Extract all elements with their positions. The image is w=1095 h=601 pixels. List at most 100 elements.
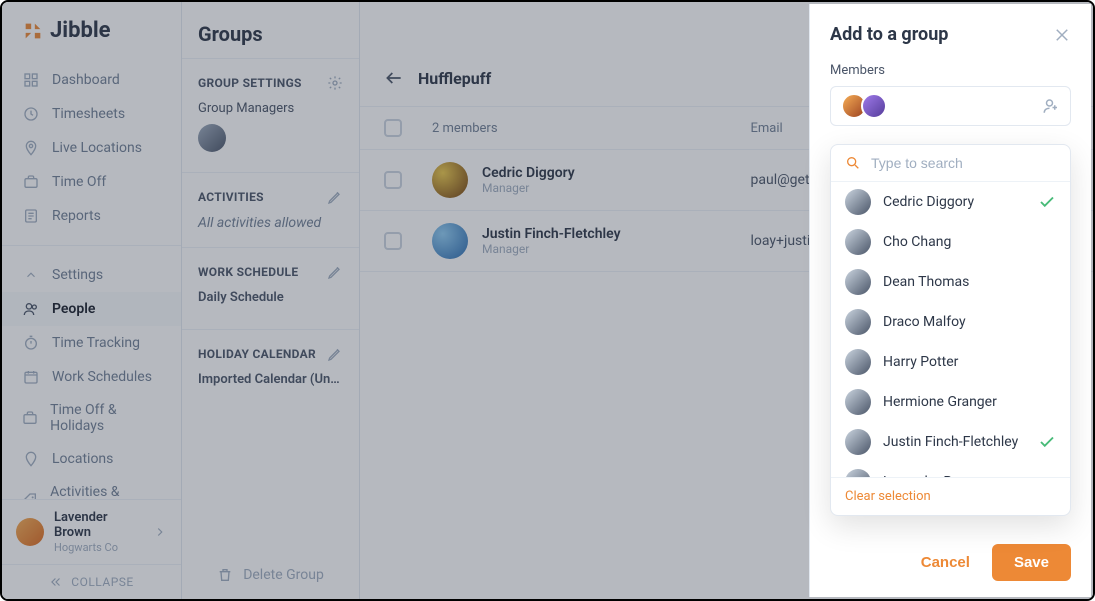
sidebar-item-live-locations[interactable]: Live Locations (2, 131, 181, 165)
dropdown-list: Cedric Diggory Cho Chang Dean Thomas Draco … (831, 182, 1070, 477)
member-name: Cedric Diggory (482, 165, 575, 181)
work-schedule-text: Daily Schedule (198, 290, 343, 305)
dropdown-item[interactable]: Cedric Diggory (831, 182, 1070, 222)
sidebar-item-activities-projects[interactable]: Activities & Projects (2, 476, 181, 499)
avatar (16, 518, 44, 546)
row-checkbox[interactable] (384, 171, 402, 189)
check-icon (1038, 433, 1056, 451)
dropdown-item-name: Draco Malfoy (883, 314, 1056, 330)
dropdown-item[interactable]: Draco Malfoy (831, 302, 1070, 342)
dropdown-item[interactable]: Justin Finch-Fletchley (831, 422, 1070, 462)
add-person-icon[interactable] (1042, 97, 1060, 115)
dropdown-item[interactable]: Cho Chang (831, 222, 1070, 262)
members-label: Members (830, 63, 1071, 78)
avatar (845, 269, 871, 295)
logo[interactable]: Jibble (2, 2, 181, 59)
sidebar-item-time-tracking[interactable]: Time Tracking (2, 326, 181, 360)
sidebar-item-dashboard[interactable]: Dashboard (2, 63, 181, 97)
sidebar-item-settings[interactable]: Settings (2, 258, 181, 292)
sidebar-item-label: Settings (52, 267, 103, 283)
pencil-icon[interactable] (327, 189, 343, 205)
close-icon[interactable] (1053, 26, 1071, 44)
select-all-checkbox[interactable] (384, 119, 402, 137)
avatar (845, 189, 871, 215)
cancel-button[interactable]: Cancel (913, 544, 978, 581)
avatar[interactable] (198, 124, 226, 152)
search-icon (845, 155, 861, 171)
user-menu[interactable]: Lavender Brown Hogwarts Co (2, 499, 181, 564)
chevron-right-icon (153, 525, 167, 539)
members-dropdown: Cedric Diggory Cho Chang Dean Thomas Draco … (830, 144, 1071, 516)
sidebar-item-label: Live Locations (52, 140, 142, 156)
dropdown-item[interactable]: Hermione Granger (831, 382, 1070, 422)
user-name: Lavender Brown (54, 510, 143, 541)
gear-icon[interactable] (327, 75, 343, 91)
row-checkbox[interactable] (384, 232, 402, 250)
user-org: Hogwarts Co (54, 541, 143, 554)
dropdown-item-name: Justin Finch-Fletchley (883, 434, 1026, 450)
member-role: Manager (482, 242, 621, 256)
sidebar-item-label: Dashboard (52, 72, 120, 88)
avatar (432, 162, 468, 198)
holiday-calendar-heading: HOLIDAY CALENDAR (198, 347, 316, 361)
avatar (861, 93, 887, 119)
check-icon (1038, 193, 1056, 211)
sidebar-item-work-schedules[interactable]: Work Schedules (2, 360, 181, 394)
pin-icon (22, 450, 40, 468)
sidebar-item-time-off[interactable]: Time Off (2, 165, 181, 199)
sidebar-item-label: Time Tracking (52, 335, 140, 351)
tag-icon (22, 491, 38, 499)
stopwatch-icon (22, 334, 40, 352)
dropdown-item[interactable]: Lavender Brown (831, 462, 1070, 477)
sidebar-item-locations[interactable]: Locations (2, 442, 181, 476)
sidebar-item-time-off-holidays[interactable]: Time Off & Holidays (2, 394, 181, 442)
sidebar-item-timesheets[interactable]: Timesheets (2, 97, 181, 131)
pencil-icon[interactable] (327, 346, 343, 362)
people-icon (22, 300, 40, 318)
sidebar-item-label: Locations (52, 451, 113, 467)
chevron-up-icon (22, 266, 40, 284)
collapse-button[interactable]: COLLAPSE (2, 564, 181, 599)
sidebar-item-label: Work Schedules (52, 369, 152, 385)
column-members: 2 members (432, 121, 751, 136)
dropdown-item[interactable]: Dean Thomas (831, 262, 1070, 302)
sidebar-item-label: Activities & Projects (50, 484, 161, 499)
clear-selection-button[interactable]: Clear selection (831, 477, 1070, 515)
delete-group-label: Delete Group (243, 567, 324, 583)
panel-title: Add to a group (830, 24, 948, 45)
chevron-double-left-icon (49, 575, 63, 589)
avatar (432, 223, 468, 259)
pencil-icon[interactable] (327, 264, 343, 280)
sidebar-item-label: Time Off & Holidays (50, 402, 161, 434)
holiday-calendar-text: Imported Calendar (United … (198, 372, 343, 387)
trash-icon (217, 567, 233, 583)
sidebar-item-reports[interactable]: Reports (2, 199, 181, 233)
save-button[interactable]: Save (992, 544, 1071, 581)
group-name: Hufflepuff (418, 69, 491, 88)
dropdown-item-name: Harry Potter (883, 354, 1056, 370)
dropdown-item[interactable]: Harry Potter (831, 342, 1070, 382)
member-name: Justin Finch-Fletchley (482, 226, 621, 242)
back-arrow-icon[interactable] (384, 68, 404, 88)
search-input[interactable] (871, 155, 1056, 171)
member-role: Manager (482, 181, 575, 195)
sidebar-item-label: Timesheets (52, 106, 125, 122)
sidebar-item-people[interactable]: People (2, 292, 181, 326)
briefcase-icon (22, 409, 38, 427)
dropdown-item-name: Dean Thomas (883, 274, 1056, 290)
logo-icon (22, 20, 44, 42)
activities-heading: ACTIVITIES (198, 190, 264, 204)
add-to-group-panel: Add to a group Members Cedric Diggory Cho… (809, 4, 1091, 597)
delete-group-button[interactable]: Delete Group (182, 551, 359, 599)
avatar (845, 349, 871, 375)
calendar-icon (22, 368, 40, 386)
sidebar-item-label: Reports (52, 208, 101, 224)
members-input[interactable] (830, 86, 1071, 126)
pin-icon (22, 139, 40, 157)
page-title: Groups (182, 2, 359, 59)
avatar (845, 229, 871, 255)
collapse-label: COLLAPSE (71, 575, 133, 589)
clock-icon (22, 105, 40, 123)
dropdown-item-name: Cedric Diggory (883, 194, 1026, 210)
group-settings-heading: GROUP SETTINGS (198, 76, 302, 90)
